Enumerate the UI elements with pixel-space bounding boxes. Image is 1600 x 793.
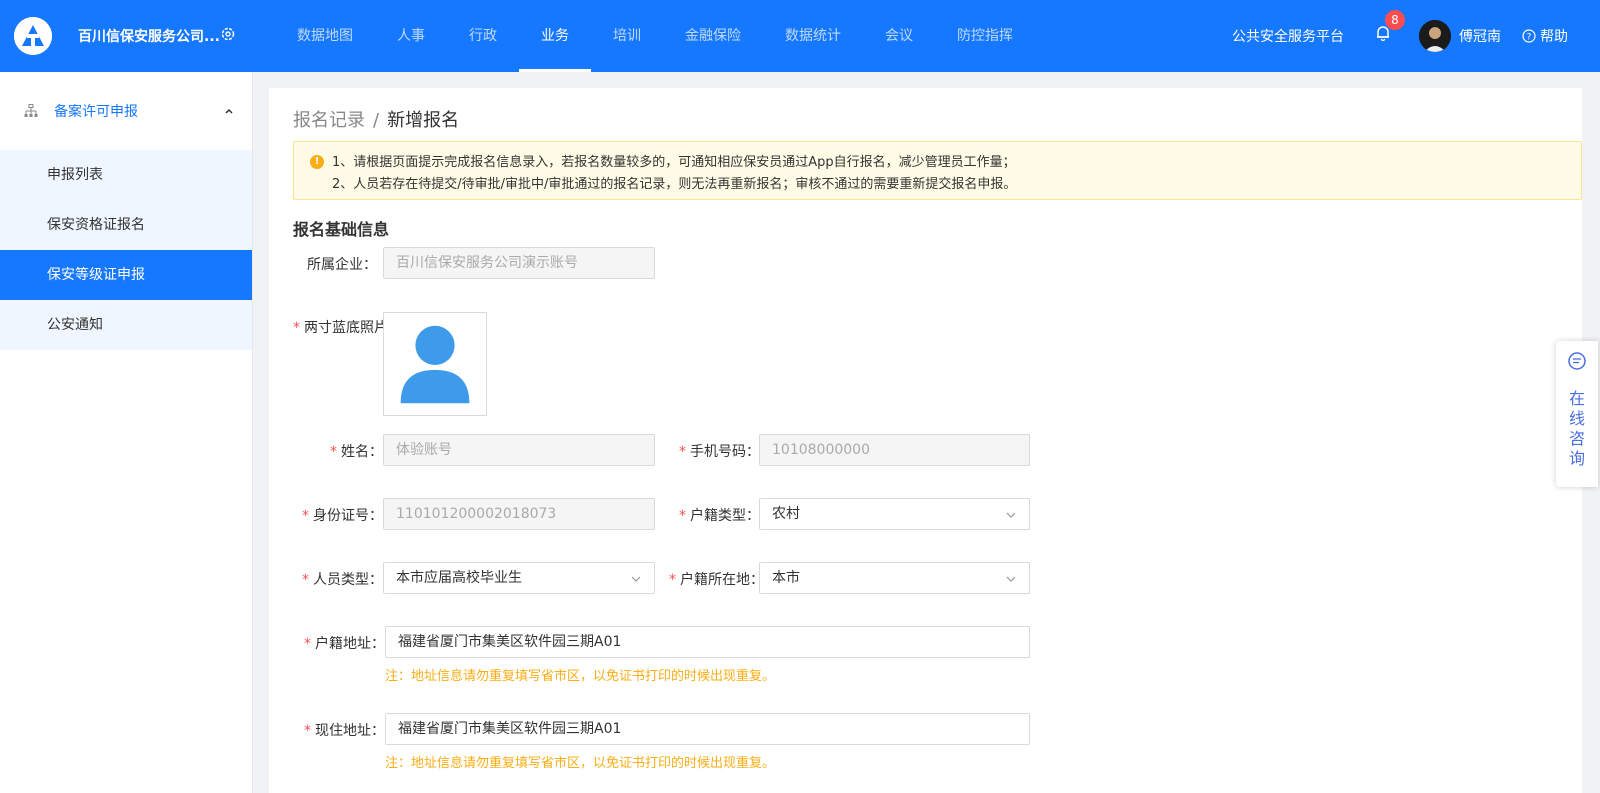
photo-label: * 两寸蓝底照片 (293, 320, 388, 336)
consult-label: 在线咨询 (1568, 389, 1585, 468)
help-icon: ? (1522, 29, 1536, 43)
breadcrumb: 报名记录 / 新增报名 (293, 106, 459, 132)
hukou-type-select[interactable]: 农村 (759, 498, 1030, 530)
hukou-address-label: * 户籍地址： (304, 636, 385, 652)
breadcrumb-parent[interactable]: 报名记录 (293, 110, 365, 131)
sidebar-item-level-cert[interactable]: 保安等级证申报 (0, 250, 252, 300)
nav-finance-insurance[interactable]: 金融保险 (663, 0, 763, 72)
avatar[interactable] (1419, 20, 1451, 52)
username[interactable]: 傅冠南 (1459, 26, 1501, 46)
nav-administration[interactable]: 行政 (447, 0, 519, 72)
id-number-field: 110101200002018073 (383, 498, 655, 530)
svg-text:?: ? (1527, 33, 1532, 43)
org-tree-icon (24, 104, 38, 117)
nav-business[interactable]: 业务 (519, 0, 591, 72)
breadcrumb-current: 新增报名 (387, 110, 460, 131)
sidebar-item-apply-list[interactable]: 申报列表 (0, 150, 252, 200)
user-avatar-icon (400, 325, 470, 404)
company-label: 所属企业： (307, 257, 377, 273)
hukou-location-label: * 户籍所在地： (669, 572, 764, 588)
hukou-address-input[interactable]: 福建省厦门市集美区软件园三期A01 (385, 626, 1030, 658)
name-label: * 姓名： (330, 444, 383, 460)
online-consult-button[interactable]: 在线咨询 (1556, 341, 1598, 487)
chevron-down-icon (1006, 512, 1016, 518)
hukou-type-value: 农村 (772, 506, 800, 522)
id-label: * 身份证号： (302, 508, 383, 524)
top-header: 百川信保安服务公司... 数据地图 人事 行政 业务 培训 金融保险 数据统计 … (0, 0, 1600, 72)
help-link[interactable]: ? 帮助 (1522, 26, 1568, 46)
breadcrumb-separator: / (373, 110, 380, 131)
phone-field: 10108000000 (759, 434, 1030, 466)
current-address-label: * 现住地址： (304, 723, 385, 739)
chat-icon (1568, 352, 1586, 370)
sidebar-group-filing[interactable]: 备案许可申报 (0, 72, 252, 150)
chevron-up-icon (225, 108, 233, 114)
hukou-address-hint: 注：地址信息请勿重复填写省市区，以免证书打印的时候出现重复。 (385, 669, 776, 684)
chevron-down-icon (631, 576, 641, 582)
main-nav: 数据地图 人事 行政 业务 培训 金融保险 数据统计 会议 防控指挥 (275, 0, 1035, 72)
chevron-down-icon (1006, 576, 1016, 582)
alert-line-1: 1、请根据页面提示完成报名信息录入，若报名数量较多的，可通知相应保安员通过App… (332, 155, 1016, 170)
photo-upload[interactable] (383, 312, 487, 416)
section-title: 报名基础信息 (293, 220, 390, 239)
person-type-select[interactable]: 本市应届高校毕业生 (383, 562, 655, 594)
nav-meeting[interactable]: 会议 (863, 0, 935, 72)
hukou-location-value: 本市 (772, 570, 800, 586)
hukou-type-label: * 户籍类型： (679, 508, 760, 524)
hukou-location-select[interactable]: 本市 (759, 562, 1030, 594)
sidebar-item-qualification-signup[interactable]: 保安资格证报名 (0, 200, 252, 250)
help-label: 帮助 (1540, 29, 1568, 45)
nav-training[interactable]: 培训 (591, 0, 663, 72)
sidebar-group-label: 备案许可申报 (54, 104, 138, 120)
company-name[interactable]: 百川信保安服务公司... (78, 26, 220, 46)
notification-badge: 8 (1385, 10, 1405, 30)
phone-label: * 手机号码： (679, 444, 760, 460)
sidebar: 备案许可申报 申报列表 保安资格证报名 保安等级证申报 公安通知 (0, 72, 253, 793)
nav-data-statistics[interactable]: 数据统计 (763, 0, 863, 72)
nav-personnel[interactable]: 人事 (375, 0, 447, 72)
person-type-label: * 人员类型： (302, 572, 383, 588)
alert-line-2: 2、人员若存在待提交/待审批/审批中/审批通过的报名记录，则无法再重新报名；审核… (332, 177, 1017, 192)
name-field: 体验账号 (383, 434, 655, 466)
platform-link[interactable]: 公共安全服务平台 (1232, 26, 1344, 46)
nav-prevention-command[interactable]: 防控指挥 (935, 0, 1035, 72)
nav-data-map[interactable]: 数据地图 (275, 0, 375, 72)
main-card: 报名记录 / 新增报名 ! 1、请根据页面提示完成报名信息录入，若报名数量较多的，可… (269, 88, 1582, 793)
company-field: 百川信保安服务公司演示账号 (383, 247, 655, 279)
current-address-hint: 注：地址信息请勿重复填写省市区，以免证书打印的时候出现重复。 (385, 756, 776, 771)
current-address-input[interactable]: 福建省厦门市集美区软件园三期A01 (385, 713, 1030, 745)
warning-icon: ! (310, 155, 324, 169)
gear-icon[interactable] (220, 26, 236, 42)
person-type-value: 本市应届高校毕业生 (396, 570, 522, 586)
sidebar-item-police-notice[interactable]: 公安通知 (0, 300, 252, 350)
notice-alert: ! 1、请根据页面提示完成报名信息录入，若报名数量较多的，可通知相应保安员通过A… (293, 141, 1582, 200)
app-logo[interactable] (14, 17, 52, 55)
